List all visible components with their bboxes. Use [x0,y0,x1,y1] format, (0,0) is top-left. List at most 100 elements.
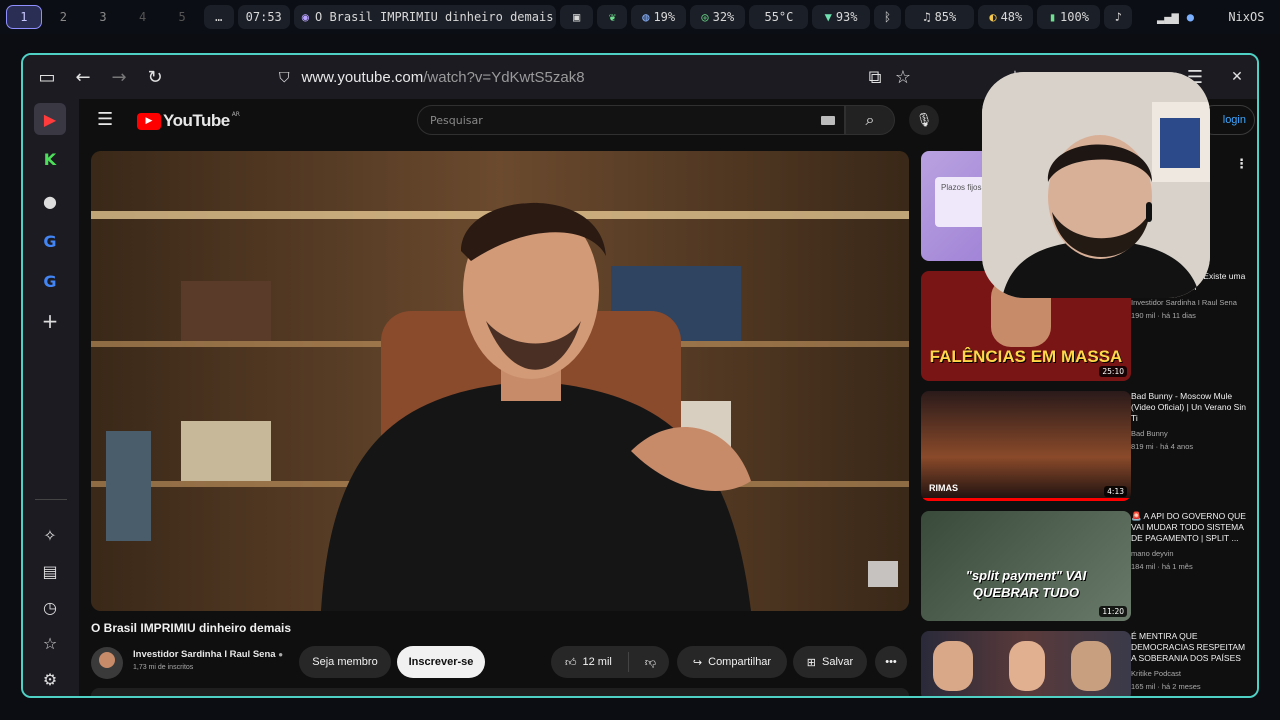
rec-5-stats: 165 mil · há 2 meses [1131,682,1201,691]
recommendation-info-3[interactable]: Bad Bunny - Moscow Mule (Video Oficial) … [1131,391,1251,452]
memory-value: 32% [712,10,735,24]
workspace-3[interactable]: 3 [85,5,121,29]
clock: 07:53 [237,5,290,29]
like-button[interactable]: 👍︎ 12 mil [565,656,612,669]
leaf-icon[interactable]: ❦ [597,5,628,29]
rec-3-channel: Bad Bunny [1131,429,1168,438]
webcam-overlay[interactable] [982,72,1210,298]
subscribe-button[interactable]: Inscrever-se [397,646,485,678]
media-icon: ◉ [301,10,309,24]
notification-bell-icon[interactable]: ♪ [1104,5,1133,29]
recommendation-info-4[interactable]: 🚨 A API DO GOVERNO QUE VAI MUDAR TODO SI… [1131,511,1251,572]
memory-widget: ◎ 32% [690,5,746,29]
workspace-overflow[interactable]: … [203,5,234,29]
url-bar[interactable]: ⛉ www.youtube.com/watch?v=YdKwtS5zak8 [279,59,939,95]
tray-app-icon: ● [1186,10,1194,24]
cpu-value: 19% [653,10,676,24]
bookmarks-icon[interactable]: ☆ [34,627,66,659]
wifi-icon: ▼ [824,10,832,24]
tray-icons[interactable]: ▂▄▆ ● [1136,5,1215,29]
reload-button[interactable]: ↻ [137,59,173,95]
keyboard-icon[interactable] [821,116,835,125]
rec-3-title: Bad Bunny - Moscow Mule (Video Oficial) … [1131,391,1246,423]
subscriber-count: 1,73 mi de inscritos [133,664,194,671]
settings-gear-icon[interactable]: ⚙ [34,663,66,695]
save-label: Salvar [822,656,854,668]
share-label: Compartilhar [708,656,772,668]
media-widget[interactable]: ◉ O Brasil IMPRIMIU dinheiro demais [293,5,556,29]
bookmark-star-icon[interactable]: ☆ [885,59,921,95]
more-vertical-icon[interactable]: ⋮ [1235,157,1248,172]
recommendation-thumb-4[interactable]: "split payment" VAI QUEBRAR TUDO 11:20 [921,511,1131,621]
voice-search-button[interactable]: 🎙 [909,105,939,135]
search-button[interactable]: ⌕ [845,105,895,135]
google-icon-2[interactable]: G [34,265,66,297]
recommendation-info-5[interactable]: É MENTIRA QUE DEMOCRACIAS RESPEITAM A SO… [1131,631,1251,692]
distro-label: NixOS [1228,10,1265,24]
workspace-1[interactable]: 1 [6,5,42,29]
description-box[interactable] [91,688,909,696]
channel-name[interactable]: Investidor Sardinha I Raul Sena ● [133,649,283,660]
more-horizontal-icon: ••• [885,656,897,668]
url-domain: www.youtube.com [301,68,424,86]
forward-button[interactable]: → [101,59,137,95]
rec-3-duration: 4:13 [1104,486,1127,497]
rec-4-title: 🚨 A API DO GOVERNO QUE VAI MUDAR TODO SI… [1131,511,1246,543]
browser-sidebar: ▶ K ● G G + ✧ ▤ ◷ ☆ ⚙ [23,99,79,696]
wifi-value: 93% [835,10,858,24]
cpu-icon: ◍ [642,10,650,24]
brightness-value: 48% [1000,10,1023,24]
github-icon[interactable]: ● [34,185,66,217]
thumb-5-face-2 [1009,641,1045,691]
channel-name-text: Investidor Sardinha I Raul Sena [133,649,276,660]
video-player[interactable] [91,151,909,611]
workspace-2[interactable]: 2 [46,5,82,29]
rec-5-channel: Kritike Podcast [1131,669,1182,678]
youtube-logo[interactable]: ▶ YouTube AR [137,111,240,131]
search-input[interactable]: Pesquisar [417,105,845,135]
system-bar: 1 2 3 4 5 … 07:53 ◉ O Brasil IMPRIMIU di… [0,0,1280,34]
downloads-panel-icon[interactable]: ▤ [34,555,66,587]
video-title: O Brasil IMPRIMIU dinheiro demais [91,621,292,635]
shield-icon: ⛉ [279,68,290,85]
channel-avatar[interactable] [91,647,123,679]
share-button[interactable]: ↪ Compartilhar [677,646,787,678]
wifi-widget: ▼ 93% [812,5,870,29]
join-button[interactable]: Seja membro [299,646,391,678]
workspace-5[interactable]: 5 [164,5,200,29]
sparkle-icon[interactable]: ✧ [34,519,66,551]
sidebar-toggle-icon[interactable]: ▭ [29,59,65,95]
save-bookmark-icon: ⊞ [806,656,817,669]
recommendation-thumb-5[interactable] [921,631,1131,696]
youtube-wordmark: YouTube [163,111,230,130]
battery-value: 100% [1060,10,1089,24]
add-panel-icon[interactable]: + [34,305,66,337]
thumb-3-text: RIMAS [929,483,958,493]
more-actions-button[interactable]: ••• [875,646,907,678]
memory-icon: ◎ [701,10,709,24]
dislike-button[interactable]: 👎︎ [645,656,656,669]
rec-4-channel: mano deyvin [1131,549,1174,558]
brightness-icon: ◐ [989,10,997,24]
kick-panel-icon[interactable]: K [34,143,66,175]
hamburger-menu-icon[interactable]: ☰ [97,109,113,130]
rec-5-title: É MENTIRA QUE DEMOCRACIAS RESPEITAM A SO… [1131,631,1246,663]
rec-2-stats: 190 mil · há 11 dias [1131,311,1196,320]
screenshot-icon[interactable]: ▣ [559,5,594,29]
webcam-frame [982,72,1210,298]
rec-4-duration: 11:20 [1099,606,1127,617]
history-icon[interactable]: ◷ [34,591,66,623]
back-button[interactable]: ← [65,59,101,95]
bluetooth-icon[interactable]: ᛒ [873,5,902,29]
url-path: /watch?v=YdKwtS5zak8 [423,68,585,86]
workspace-4[interactable]: 4 [125,5,161,29]
save-button[interactable]: ⊞ Salvar [793,646,867,678]
recommendation-thumb-3[interactable]: RIMAS 4:13 [921,391,1131,501]
like-divider [627,652,629,672]
close-window-button[interactable]: ✕ [1219,59,1255,95]
google-icon[interactable]: G [34,225,66,257]
youtube-panel-icon[interactable]: ▶ [34,103,66,135]
thumbs-up-icon: 👍︎ [565,656,577,669]
signal-icon: ▂▄▆ [1157,10,1179,24]
like-count: 12 mil [582,656,612,668]
